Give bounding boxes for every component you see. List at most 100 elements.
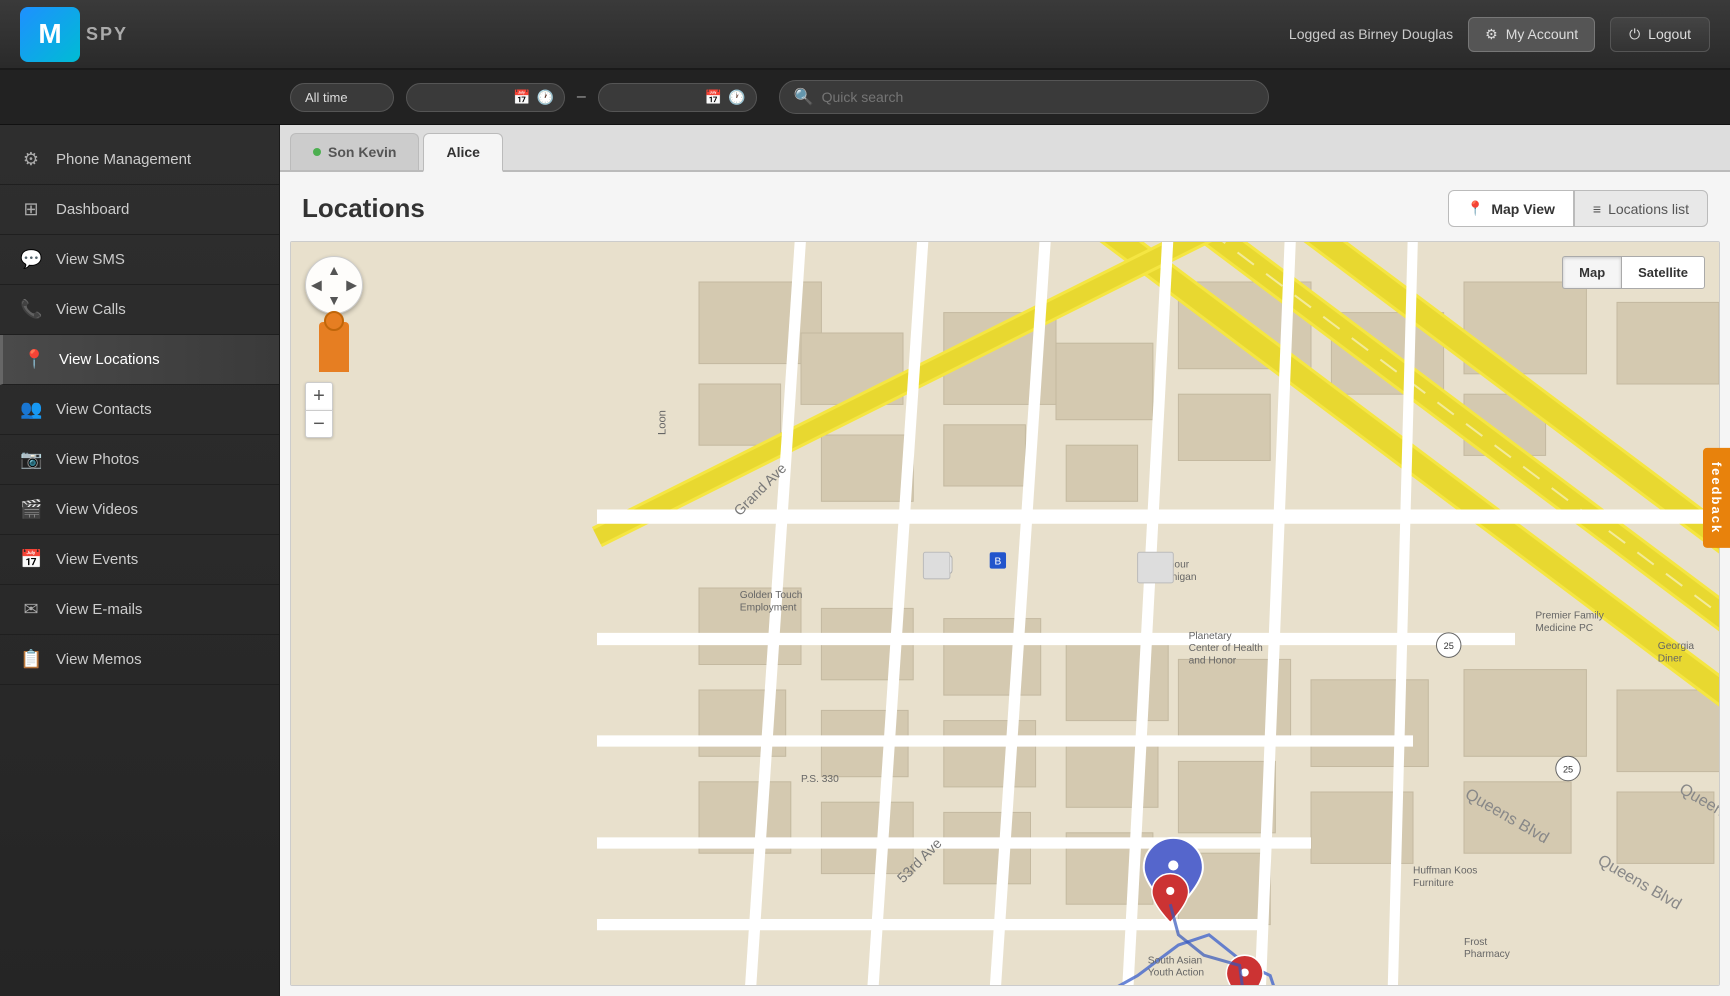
map-toggle-button[interactable]: Map [1562,256,1621,289]
gear-icon: ⚙ [1485,26,1498,43]
zoom-in-button[interactable]: + [305,382,333,410]
sidebar: ⚙ Phone Management ⊞ Dashboard 💬 View SM… [0,125,280,996]
svg-text:25: 25 [1444,641,1454,651]
email-icon: ✉ [20,599,42,620]
sidebar-item-view-emails[interactable]: ✉ View E-mails [0,585,279,635]
phone-icon: 📞 [20,299,42,320]
svg-text:Loon: Loon [656,410,668,435]
sidebar-item-view-calls[interactable]: 📞 View Calls [0,285,279,335]
logged-as-text: Logged as Birney Douglas [1289,26,1453,42]
sidebar-item-view-sms[interactable]: 💬 View SMS [0,235,279,285]
map-container: 53rd Ave Grand Ave Queens Blvd Queens Bl… [290,241,1720,986]
toolbar: All time Today Last 7 days Last 30 days … [0,70,1730,125]
sms-icon: 💬 [20,249,42,270]
sidebar-label: View Contacts [56,401,152,418]
map-background: 53rd Ave Grand Ave Queens Blvd Queens Bl… [291,242,1719,985]
svg-text:Diner: Diner [1658,653,1683,664]
power-icon: ⏻ [1629,26,1640,43]
map-pin-icon: 📍 [1467,200,1484,217]
sidebar-label: Phone Management [56,151,191,168]
sidebar-item-view-memos[interactable]: 📋 View Memos [0,635,279,685]
logo-text: SPY [86,24,128,45]
locations-list-button[interactable]: ≡ Locations list [1574,190,1708,227]
view-toggle: 📍 Map View ≡ Locations list [1448,190,1708,227]
svg-text:South Asian: South Asian [1148,955,1202,966]
sidebar-item-view-videos[interactable]: 🎬 View Videos [0,485,279,535]
video-icon: 🎬 [20,499,42,520]
clock-icon-from: 🕐 [536,89,553,106]
gear-icon: ⚙ [20,149,42,170]
my-account-button[interactable]: ⚙ My Account [1468,17,1595,52]
date-from-wrap: 📅 🕐 [406,83,565,112]
sidebar-item-view-photos[interactable]: 📷 View Photos [0,435,279,485]
svg-text:B: B [994,557,1001,568]
sidebar-label: View Videos [56,501,138,518]
satellite-toggle-button[interactable]: Satellite [1621,256,1705,289]
svg-text:and Honor: and Honor [1189,655,1237,666]
map-satellite-toggle: Map Satellite [1562,256,1705,289]
pan-left-button[interactable]: ◀ [311,277,322,294]
quick-search-wrap: 🔍 [779,80,1269,114]
sidebar-item-view-locations[interactable]: 📍 View Locations [0,335,279,385]
main-layout: ⚙ Phone Management ⊞ Dashboard 💬 View SM… [0,125,1730,996]
sidebar-label: View Memos [56,651,142,668]
tab-son-kevin[interactable]: Son Kevin [290,133,419,170]
svg-text:Center of Health: Center of Health [1189,643,1263,654]
time-filter-select[interactable]: All time Today Last 7 days Last 30 days … [290,83,394,112]
tab-alice[interactable]: Alice [423,133,502,172]
sidebar-item-phone-management[interactable]: ⚙ Phone Management [0,135,279,185]
svg-text:Employment: Employment [740,602,797,613]
locations-page: Locations 📍 Map View ≡ Locations list [280,172,1730,996]
svg-text:Furniture: Furniture [1413,878,1454,889]
svg-text:P.S. 330: P.S. 330 [801,774,839,785]
sidebar-label: View E-mails [56,601,142,618]
sidebar-label: View Locations [59,351,160,368]
svg-text:Golden Touch: Golden Touch [740,590,803,601]
sidebar-label: View SMS [56,251,125,268]
feedback-label[interactable]: feedback [1703,448,1730,548]
feedback-tab[interactable]: feedback [1703,448,1730,548]
svg-text:Huffman Koos: Huffman Koos [1413,866,1477,877]
map-view-button[interactable]: 📍 Map View [1448,190,1574,227]
pan-down-button[interactable]: ▼ [327,292,341,308]
pan-up-button[interactable]: ▲ [327,262,341,278]
svg-text:Youth Action: Youth Action [1148,968,1204,979]
sidebar-item-dashboard[interactable]: ⊞ Dashboard [0,185,279,235]
locations-header: Locations 📍 Map View ≡ Locations list [280,172,1730,241]
svg-text:Medicine PC: Medicine PC [1535,623,1593,634]
sidebar-label: View Photos [56,451,139,468]
pan-right-button[interactable]: ▶ [346,277,357,294]
camera-icon: 📷 [20,449,42,470]
logout-button[interactable]: ⏻ Logout [1610,17,1710,52]
svg-text:Planetary: Planetary [1189,631,1233,642]
map-controls: ▲ ▼ ◀ ▶ + − [305,256,363,438]
sidebar-item-view-events[interactable]: 📅 View Events [0,535,279,585]
calendar-icon: 📅 [20,549,42,570]
page-title: Locations [302,193,425,224]
grid-icon: ⊞ [20,199,42,220]
list-icon: ≡ [1593,201,1601,217]
date-separator: – [577,88,586,106]
calendar-icon-to: 📅 [705,89,722,106]
svg-text:Pharmacy: Pharmacy [1464,949,1511,960]
logo: M SPY [20,7,128,62]
clock-icon-to: 🕐 [728,89,745,106]
pegman-control[interactable] [319,322,349,372]
date-from-input[interactable] [417,90,507,105]
svg-text:Georgia: Georgia [1658,641,1695,652]
device-tabs: Son Kevin Alice [280,125,1730,172]
content-area: Son Kevin Alice Locations 📍 Map View ≡ L… [280,125,1730,996]
header-right: Logged as Birney Douglas ⚙ My Account ⏻ … [1289,17,1710,52]
sidebar-label: View Events [56,551,138,568]
svg-text:Premier Family: Premier Family [1535,611,1604,622]
svg-text:Frost: Frost [1464,937,1487,948]
date-to-wrap: 📅 🕐 [598,83,757,112]
online-indicator [313,148,321,156]
contacts-icon: 👥 [20,399,42,420]
quick-search-input[interactable] [822,89,1254,105]
sidebar-item-view-contacts[interactable]: 👥 View Contacts [0,385,279,435]
zoom-out-button[interactable]: − [305,410,333,438]
calendar-icon-from: 📅 [513,89,530,106]
date-to-input[interactable] [609,90,699,105]
location-icon: 📍 [23,349,45,370]
